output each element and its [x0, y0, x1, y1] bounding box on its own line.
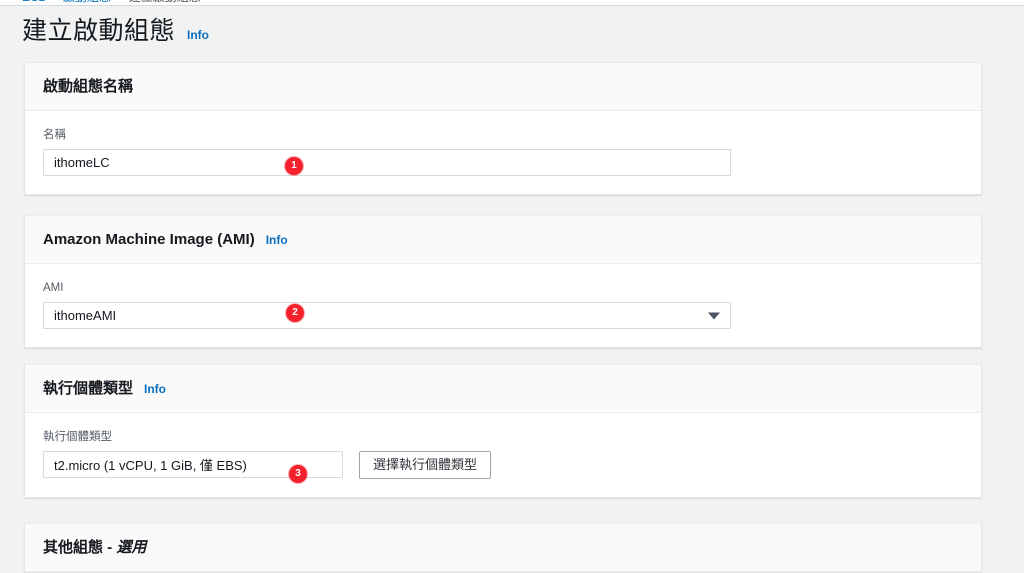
card-title-additional-main: 其他組態 -	[43, 539, 117, 556]
breadcrumb-separator: ›	[52, 0, 56, 4]
breadcrumb-item-2: 建立啟動組態	[129, 0, 201, 4]
card-title-ami: Amazon Machine Image (AMI)	[43, 231, 255, 248]
card-instance-type: 執行個體類型 Info 執行個體類型 t2.micro (1 vCPU, 1 G…	[24, 364, 982, 498]
breadcrumb-separator: ›	[118, 0, 122, 4]
card-title-additional-configuration: 其他組態 - 選用	[43, 538, 146, 558]
name-field-row: ithomeLC	[43, 149, 963, 176]
breadcrumb-item-1[interactable]: 啟動組態	[63, 0, 111, 4]
card-launch-configuration-name: 啟動組態名稱 名稱 ithomeLC	[24, 62, 982, 195]
choose-instance-type-button[interactable]: 選擇執行個體類型	[359, 451, 492, 479]
page-title: 建立啟動組態	[22, 17, 176, 45]
ami-field-label: AMI	[43, 282, 64, 294]
card-header-name: 啟動組態名稱	[25, 63, 981, 111]
page-heading: 建立啟動組態 Info	[22, 16, 209, 46]
card-header-instance-type: 執行個體類型 Info	[25, 365, 981, 413]
card-body-instance-type: 執行個體類型 t2.micro (1 vCPU, 1 GiB, 僅 EBS) 選…	[25, 413, 981, 497]
instance-type-input[interactable]: t2.micro (1 vCPU, 1 GiB, 僅 EBS)	[43, 451, 343, 478]
name-field-label: 名稱	[43, 129, 66, 141]
ami-field-row: ithomeAMI	[43, 302, 963, 329]
card-additional-configuration: 其他組態 - 選用	[24, 523, 982, 573]
card-header-additional-configuration: 其他組態 - 選用	[25, 524, 981, 572]
instance-type-field-label: 執行個體類型	[43, 431, 112, 443]
card-title-additional-optional: 選用	[116, 539, 147, 556]
card-amazon-machine-image: Amazon Machine Image (AMI) Info AMI itho…	[24, 215, 982, 348]
ami-info-link[interactable]: Info	[266, 233, 288, 247]
ami-select[interactable]: ithomeAMI	[43, 302, 731, 329]
instance-type-value: t2.micro (1 vCPU, 1 GiB, 僅 EBS)	[54, 458, 247, 473]
instance-type-info-link[interactable]: Info	[144, 382, 166, 396]
card-body-ami: AMI ithomeAMI	[25, 264, 981, 347]
card-body-name: 名稱 ithomeLC	[25, 111, 981, 194]
breadcrumb-item-0[interactable]: EC2	[22, 0, 45, 4]
instance-type-field-row: t2.micro (1 vCPU, 1 GiB, 僅 EBS) 選擇執行個體類型	[43, 451, 963, 479]
page-info-link[interactable]: Info	[187, 28, 209, 42]
card-title-instance-type: 執行個體類型	[43, 380, 134, 397]
card-header-ami: Amazon Machine Image (AMI) Info	[25, 216, 981, 264]
breadcrumb: EC2 › 啟動組態 › 建立啟動組態	[0, 0, 1024, 6]
card-title-name: 啟動組態名稱	[43, 78, 134, 95]
launch-configuration-name-value: ithomeLC	[54, 155, 110, 170]
launch-configuration-name-input[interactable]: ithomeLC	[43, 149, 731, 176]
chevron-down-icon	[708, 312, 720, 319]
ami-selected-value: ithomeAMI	[54, 308, 117, 323]
